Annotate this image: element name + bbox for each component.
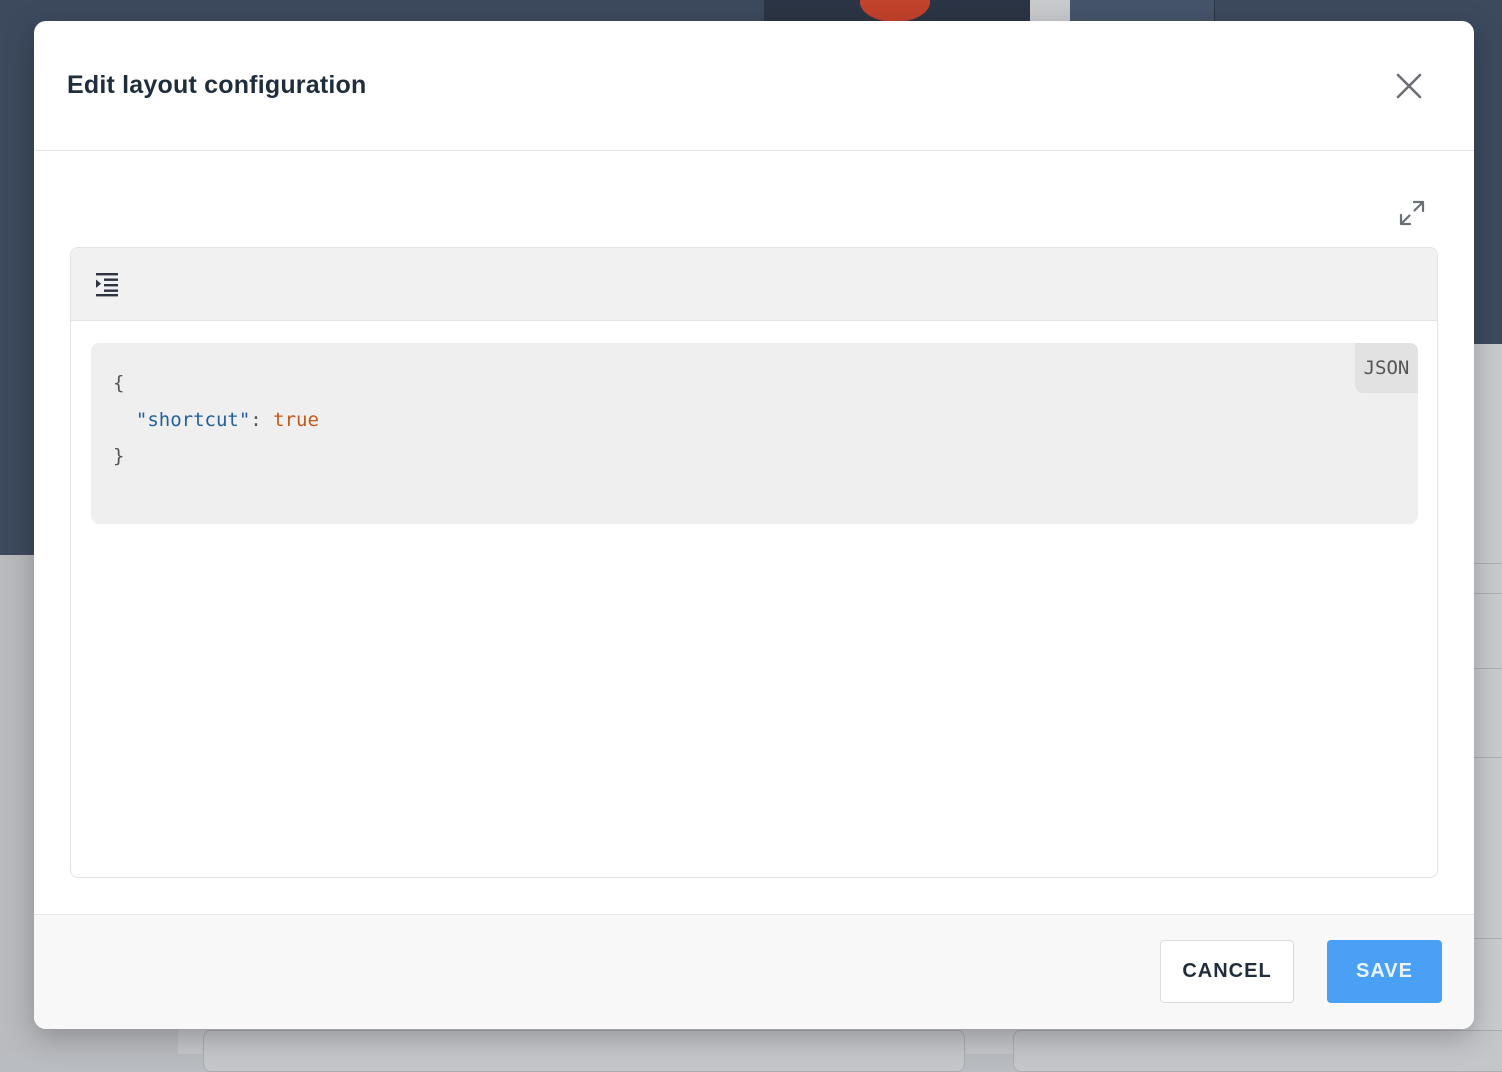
json-value: true bbox=[273, 408, 319, 431]
background-divider bbox=[1474, 668, 1502, 669]
background-panel bbox=[1070, 0, 1215, 21]
edit-layout-dialog: Edit layout configuration JSON {"shortc… bbox=[34, 21, 1474, 1029]
json-editor: JSON { "shortcut": true } bbox=[70, 247, 1438, 878]
format-button[interactable] bbox=[91, 268, 123, 300]
save-button[interactable]: SAVE bbox=[1327, 940, 1442, 1003]
dialog-title: Edit layout configuration bbox=[67, 71, 367, 99]
background-content-edge bbox=[1474, 344, 1502, 1054]
background-divider bbox=[1030, 0, 1070, 21]
editor-toolbar bbox=[71, 248, 1437, 321]
background-divider bbox=[1474, 757, 1502, 758]
code-input[interactable]: JSON { "shortcut": true } bbox=[91, 343, 1418, 524]
json-open-brace: { bbox=[113, 372, 125, 394]
background-header-edge bbox=[1474, 0, 1502, 344]
format-indent-icon bbox=[96, 273, 118, 297]
dialog-footer: CANCEL SAVE bbox=[34, 914, 1474, 1029]
json-key: "shortcut" bbox=[135, 408, 251, 431]
background-divider bbox=[1474, 563, 1502, 564]
cancel-button[interactable]: CANCEL bbox=[1160, 940, 1294, 1003]
background-card bbox=[1013, 1030, 1502, 1072]
background-divider bbox=[1474, 938, 1502, 939]
expand-icon bbox=[1399, 200, 1425, 226]
json-separator: : bbox=[250, 408, 274, 431]
fullscreen-button[interactable] bbox=[1396, 197, 1428, 229]
close-icon bbox=[1396, 73, 1422, 99]
dialog-header: Edit layout configuration bbox=[34, 21, 1474, 151]
close-button[interactable] bbox=[1392, 69, 1426, 103]
background-card bbox=[203, 1030, 965, 1072]
code-content[interactable]: { "shortcut": true } bbox=[113, 365, 319, 475]
json-close-brace: } bbox=[113, 445, 125, 467]
language-badge: JSON bbox=[1355, 343, 1418, 393]
background-divider bbox=[1474, 593, 1502, 594]
